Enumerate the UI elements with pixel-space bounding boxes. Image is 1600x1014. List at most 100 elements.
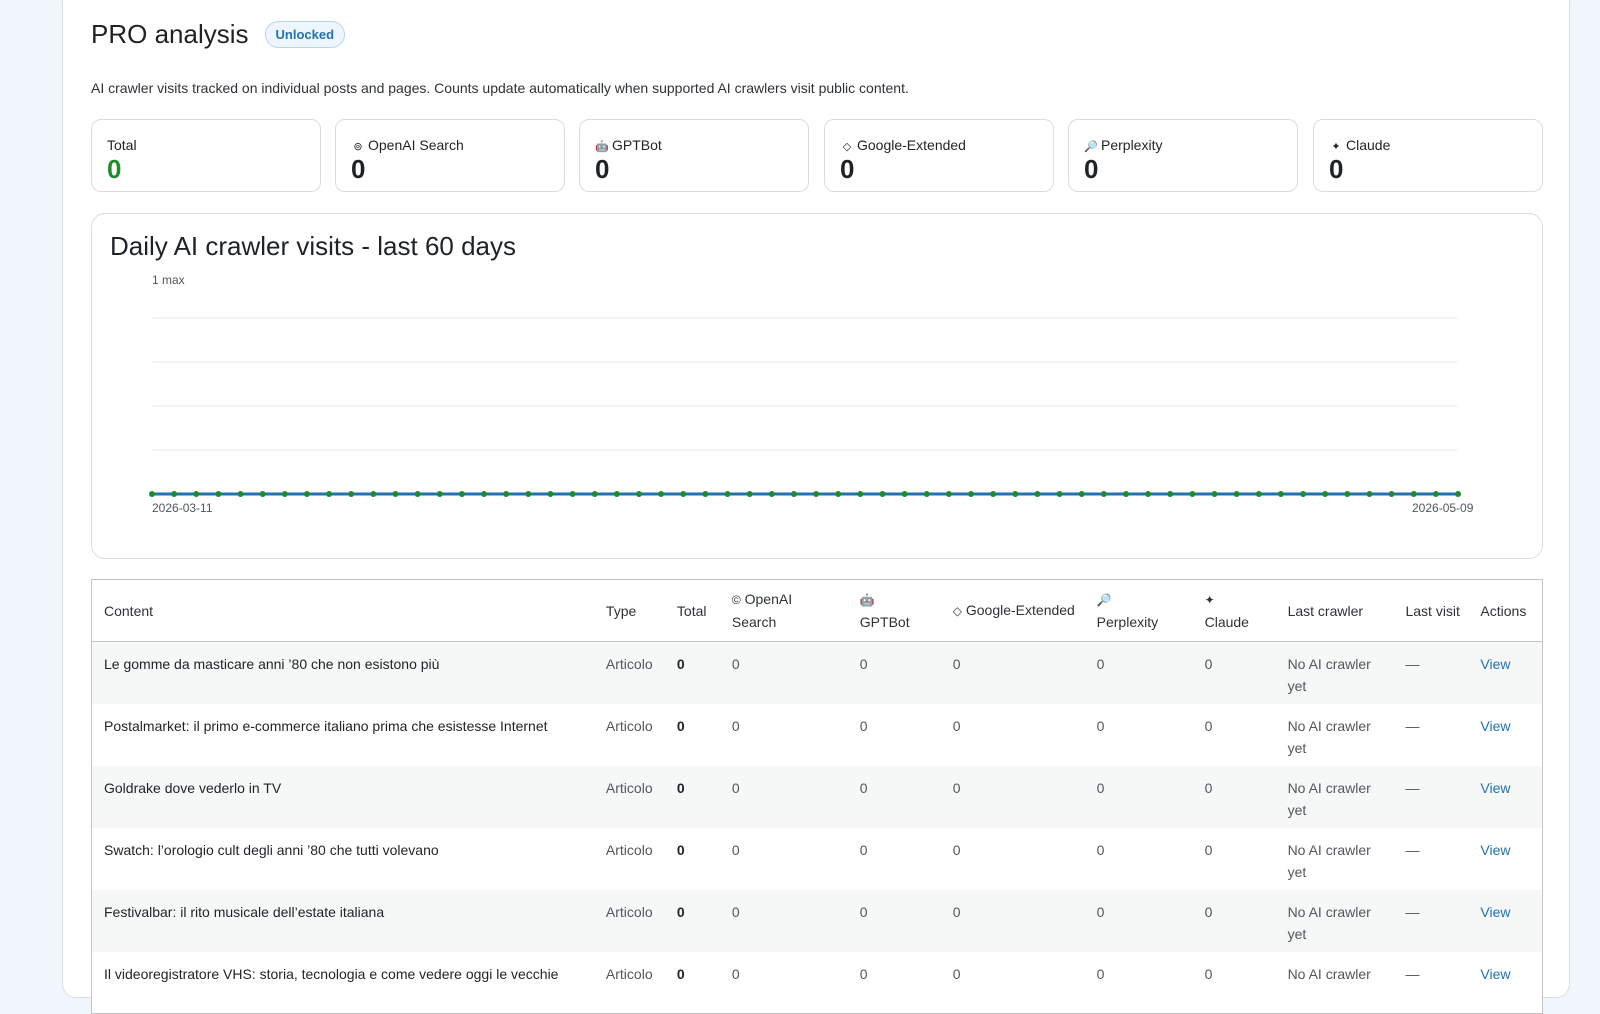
- cell-openai: 0: [719, 828, 848, 890]
- col-google-extended[interactable]: ◇ Google-Extended: [940, 579, 1085, 642]
- data-point[interactable]: [746, 491, 753, 497]
- data-point[interactable]: [591, 491, 598, 497]
- col-gptbot[interactable]: 🤖 GPTBot: [847, 579, 941, 642]
- stat-label: Total: [107, 137, 137, 153]
- cell-perplexity: 0: [1084, 890, 1193, 952]
- view-link[interactable]: View: [1480, 656, 1510, 672]
- col-content[interactable]: Content: [91, 579, 594, 642]
- stat-value: 0: [1084, 154, 1099, 184]
- data-point[interactable]: [724, 491, 731, 497]
- col-total[interactable]: Total: [664, 579, 720, 642]
- data-point[interactable]: [1189, 491, 1196, 497]
- cell-type: Articolo: [593, 828, 665, 890]
- data-point[interactable]: [1432, 491, 1439, 497]
- cell-openai: 0: [719, 704, 848, 766]
- data-point[interactable]: [149, 491, 155, 497]
- data-point[interactable]: [215, 491, 222, 497]
- cell-openai: 0: [719, 952, 848, 1014]
- cell-content: Il videoregistratore VHS: storia, tecnol…: [91, 952, 594, 1014]
- data-point[interactable]: [1211, 491, 1218, 497]
- data-point[interactable]: [990, 491, 997, 497]
- data-point[interactable]: [1300, 491, 1307, 497]
- data-point[interactable]: [1322, 491, 1329, 497]
- data-point[interactable]: [348, 491, 355, 497]
- magnifier-icon: 🔎: [1096, 593, 1112, 607]
- data-point[interactable]: [281, 491, 288, 497]
- data-point[interactable]: [702, 491, 709, 497]
- data-point[interactable]: [1056, 491, 1063, 497]
- data-point[interactable]: [1455, 491, 1461, 497]
- data-point[interactable]: [370, 491, 377, 497]
- col-last-crawler[interactable]: Last crawler: [1275, 579, 1394, 642]
- cell-last-crawler: No AI crawler yet: [1275, 641, 1394, 704]
- data-point[interactable]: [259, 491, 266, 497]
- data-point[interactable]: [1233, 491, 1240, 497]
- data-point[interactable]: [1410, 491, 1417, 497]
- col-type[interactable]: Type: [593, 579, 665, 642]
- view-link[interactable]: View: [1480, 842, 1510, 858]
- data-point[interactable]: [237, 491, 244, 497]
- cell-perplexity: 0: [1084, 828, 1193, 890]
- data-point[interactable]: [1344, 491, 1351, 497]
- data-point[interactable]: [436, 491, 443, 497]
- data-point[interactable]: [613, 491, 620, 497]
- data-point[interactable]: [901, 491, 908, 497]
- table-header-row: Content Type Total © OpenAI Search 🤖 GPTB…: [91, 579, 1543, 642]
- cell-total: 0: [664, 890, 720, 952]
- data-point[interactable]: [1034, 491, 1041, 497]
- data-point[interactable]: [790, 491, 797, 497]
- data-point[interactable]: [1366, 491, 1373, 497]
- data-point[interactable]: [1388, 491, 1395, 497]
- view-link[interactable]: View: [1480, 966, 1510, 982]
- view-link[interactable]: View: [1480, 718, 1510, 734]
- stat-card-claude: ✦ Claude 0: [1313, 119, 1543, 192]
- data-point[interactable]: [923, 491, 930, 497]
- data-point[interactable]: [547, 491, 554, 497]
- data-point[interactable]: [680, 491, 687, 497]
- cell-actions: View: [1468, 952, 1543, 1014]
- data-point[interactable]: [458, 491, 465, 497]
- data-point[interactable]: [768, 491, 775, 497]
- data-point[interactable]: [503, 491, 510, 497]
- cell-claude: 0: [1192, 641, 1276, 704]
- cell-google: 0: [940, 952, 1085, 1014]
- stat-card-perplexity: 🔎 Perplexity 0: [1068, 119, 1298, 192]
- col-claude[interactable]: ✦ Claude: [1192, 579, 1276, 642]
- cell-actions: View: [1468, 641, 1543, 704]
- stat-value: 0: [351, 154, 366, 184]
- data-point[interactable]: [414, 491, 421, 497]
- data-point[interactable]: [879, 491, 886, 497]
- data-point[interactable]: [1277, 491, 1284, 497]
- data-point[interactable]: [857, 491, 864, 497]
- data-point[interactable]: [193, 491, 200, 497]
- data-point[interactable]: [303, 491, 310, 497]
- col-last-visit[interactable]: Last visit: [1393, 579, 1469, 642]
- data-point[interactable]: [326, 491, 333, 497]
- data-point[interactable]: [1100, 491, 1107, 497]
- sparkle-icon: ✦: [1331, 141, 1341, 153]
- data-point[interactable]: [1145, 491, 1152, 497]
- data-point[interactable]: [813, 491, 820, 497]
- data-point[interactable]: [1167, 491, 1174, 497]
- data-point[interactable]: [835, 491, 842, 497]
- col-openai-search[interactable]: © OpenAI Search: [719, 579, 848, 642]
- data-point[interactable]: [1255, 491, 1262, 497]
- y-max-label: 1 max: [152, 273, 185, 287]
- cell-content: Le gomme da masticare anni ’80 che non e…: [91, 641, 594, 704]
- data-point[interactable]: [481, 491, 488, 497]
- data-point[interactable]: [968, 491, 975, 497]
- data-point[interactable]: [171, 491, 178, 497]
- col-perplexity[interactable]: 🔎 Perplexity: [1084, 579, 1193, 642]
- data-point[interactable]: [1122, 491, 1129, 497]
- data-point[interactable]: [1012, 491, 1019, 497]
- view-link[interactable]: View: [1480, 904, 1510, 920]
- data-point[interactable]: [1078, 491, 1085, 497]
- data-point[interactable]: [945, 491, 952, 497]
- view-link[interactable]: View: [1480, 780, 1510, 796]
- data-point[interactable]: [635, 491, 642, 497]
- data-point[interactable]: [525, 491, 532, 497]
- cell-content: Swatch: l’orologio cult degli anni ’80 c…: [91, 828, 594, 890]
- data-point[interactable]: [392, 491, 399, 497]
- data-point[interactable]: [658, 491, 665, 497]
- data-point[interactable]: [569, 491, 576, 497]
